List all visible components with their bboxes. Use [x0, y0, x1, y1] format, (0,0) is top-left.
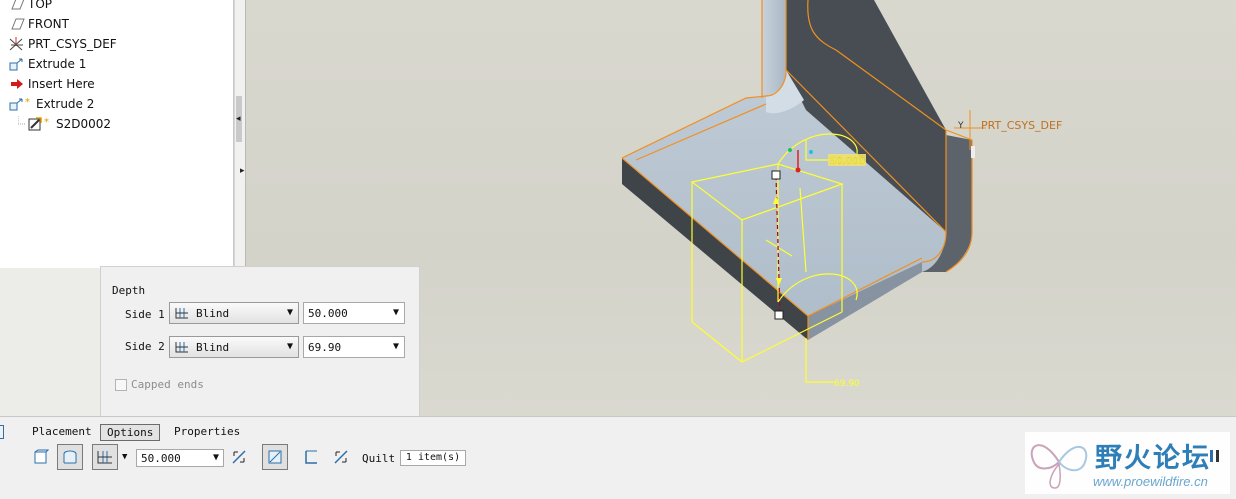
remove-material-icon[interactable]: [262, 444, 288, 470]
flip-direction-icon[interactable]: [226, 444, 252, 470]
csys-axis-label: Y: [957, 121, 964, 131]
tree-item-label: FRONT: [28, 17, 69, 31]
tab-options[interactable]: Options: [100, 424, 161, 441]
tree-item-label: Extrude 2: [36, 97, 95, 111]
thicken-flip-icon[interactable]: [328, 444, 354, 470]
tree-item-extrude-1[interactable]: Extrude 1: [8, 54, 86, 74]
extrude-icon: *: [8, 96, 34, 112]
watermark-title: 野火论坛: [1095, 443, 1211, 474]
butterfly-logo-icon: [1030, 444, 1088, 489]
chevron-down-icon[interactable]: ▼: [393, 307, 399, 318]
dimension-side2[interactable]: 69.90: [834, 379, 860, 389]
csys-icon: [8, 36, 26, 52]
side2-depth-input[interactable]: 69.90 ▼: [303, 336, 405, 358]
watermark-url: www.proewildfire.cn: [1093, 474, 1208, 489]
pause-icon[interactable]: [1208, 448, 1228, 464]
tree-item-label: PRT_CSYS_DEF: [28, 37, 117, 51]
datum-plane-icon: [8, 16, 26, 32]
tree-item-label: TOP: [28, 0, 53, 11]
svg-text:*: *: [25, 97, 30, 108]
side2-depth-type-select[interactable]: Blind ▼: [169, 336, 299, 358]
svg-text:*: *: [44, 117, 49, 128]
blind-depth-icon: [174, 340, 190, 354]
chevron-down-icon[interactable]: ▼: [393, 341, 399, 352]
options-panel: Depth Side 1 Blind ▼ 50.000 ▼ Side 2 Bli…: [100, 266, 420, 417]
tab-placement[interactable]: Placement: [26, 424, 98, 441]
chevron-down-icon[interactable]: ▼: [122, 452, 127, 462]
tree-item-csys[interactable]: PRT_CSYS_DEF: [8, 34, 117, 54]
dashboard-edge: [0, 425, 4, 439]
expand-right-icon[interactable]: ▸: [240, 166, 245, 176]
side1-depth-input[interactable]: 50.000 ▼: [303, 302, 405, 324]
csys-label: PRT_CSYS_DEF: [981, 119, 1062, 132]
sketch-icon: *: [17, 116, 54, 132]
tree-item-extrude-2[interactable]: * Extrude 2: [8, 94, 94, 114]
quilt-label: Quilt: [362, 452, 396, 465]
side1-depth-type-select[interactable]: Blind ▼: [169, 302, 299, 324]
depth-type-button[interactable]: [92, 444, 118, 470]
solid-icon[interactable]: [28, 444, 54, 470]
collapse-left-icon[interactable]: ◂: [236, 114, 241, 124]
forum-watermark: 野火论坛 www.proewildfire.cn: [1025, 432, 1230, 494]
blind-depth-icon: [174, 306, 190, 320]
tree-item-label: Extrude 1: [28, 57, 87, 71]
extrude-icon: [8, 56, 26, 72]
surface-icon[interactable]: [57, 444, 83, 470]
chevron-down-icon: ▼: [286, 341, 293, 352]
side2-label: Side 2: [125, 340, 165, 353]
tree-item-label: Insert Here: [28, 77, 95, 91]
tree-item-front[interactable]: FRONT: [8, 14, 69, 34]
model-tree: TOP FRONT PRT_CSYS_DEF Extrude 1 Insert …: [0, 0, 234, 268]
side1-label: Side 1: [125, 308, 165, 321]
drag-handle-bottom: [774, 310, 784, 320]
thicken-icon[interactable]: [298, 444, 324, 470]
tree-item-top[interactable]: TOP: [8, 0, 52, 14]
capped-ends-label: Capped ends: [131, 378, 204, 391]
tree-item-insert-here[interactable]: Insert Here: [8, 74, 95, 94]
tree-item-sketch[interactable]: * S2D0002: [17, 114, 112, 134]
wall-thickness-face: [762, 0, 786, 98]
capped-ends-option[interactable]: Capped ends: [115, 378, 204, 391]
tab-properties[interactable]: Properties: [168, 424, 246, 441]
tree-item-label: S2D0002: [56, 117, 112, 131]
insert-arrow-icon: [8, 76, 26, 92]
capped-ends-checkbox[interactable]: [115, 378, 127, 391]
quilt-collector[interactable]: 1 item(s): [400, 450, 466, 466]
depth-heading: Depth: [112, 284, 146, 297]
chevron-down-icon: ▼: [286, 307, 293, 318]
dimension-side1[interactable]: 50.000: [830, 156, 865, 167]
datum-plane-icon: [8, 0, 26, 12]
drag-handle-top: [771, 170, 781, 180]
chevron-down-icon[interactable]: ▼: [213, 452, 219, 463]
depth-value-input[interactable]: 50.000 ▼: [136, 449, 224, 467]
